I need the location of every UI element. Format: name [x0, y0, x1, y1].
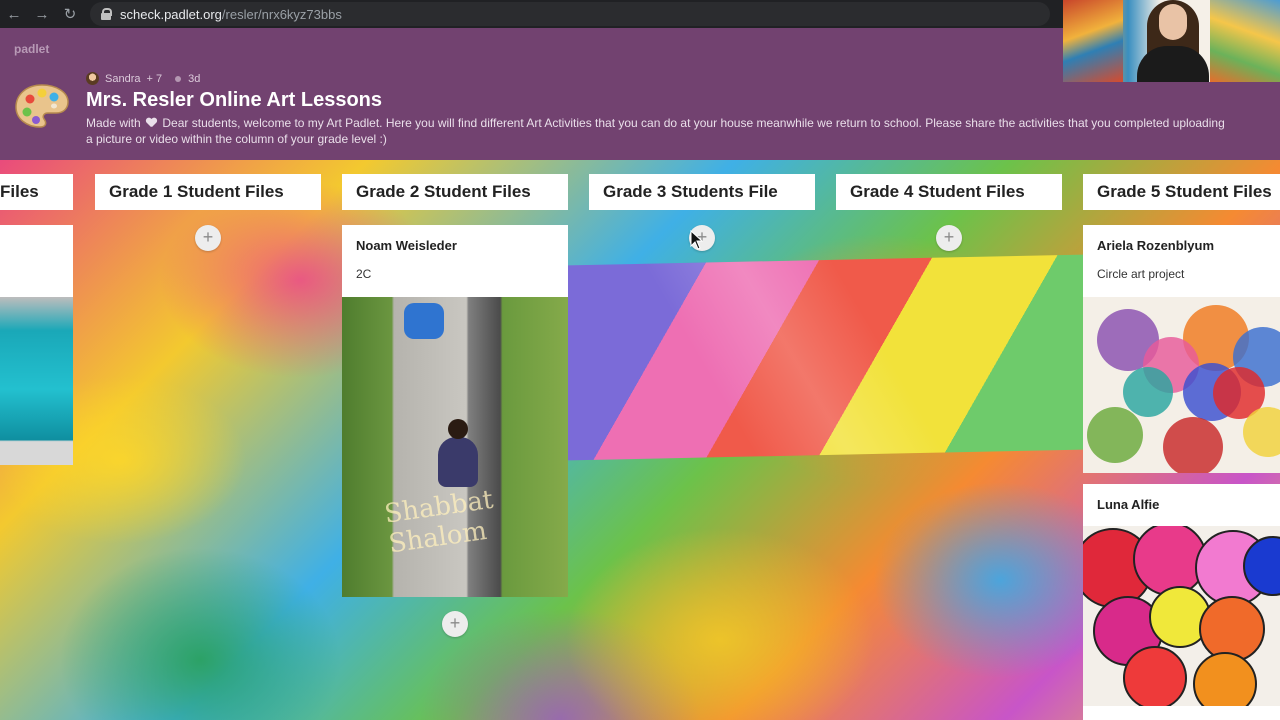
url-host: scheck.padlet.org	[120, 6, 222, 22]
webcam-overlay	[1063, 0, 1280, 82]
url-path: /resler/nrx6kyz73bbs	[221, 6, 342, 22]
webcam-artwork-left	[1063, 0, 1123, 82]
post-card-partial[interactable]	[0, 225, 73, 465]
post-image	[0, 297, 73, 465]
padlet-logo[interactable]: padlet	[14, 42, 49, 56]
post-image: Shabbat Shalom	[342, 297, 568, 597]
post-author: Ariela Rozenblyum	[1097, 238, 1215, 253]
column-header-grade-4[interactable]: Grade 4 Student Files	[836, 174, 1062, 210]
padlet-board: Files Grade 1 Student Files Grade 2 Stud…	[0, 160, 1280, 720]
address-bar[interactable]: scheck.padlet.org /resler/nrx6kyz73bbs	[90, 2, 1050, 26]
padlet-description: Made with Dear students, welcome to my A…	[86, 116, 1225, 146]
chalk-drawing-text: Shabbat Shalom	[382, 484, 496, 560]
column-header-grade-1[interactable]: Grade 1 Student Files	[95, 174, 321, 210]
add-post-grade-2-button[interactable]: +	[442, 611, 468, 637]
webcam-presenter	[1133, 0, 1213, 82]
post-image	[1083, 526, 1280, 706]
post-author: Luna Alfie	[1097, 497, 1160, 512]
lock-icon	[100, 8, 112, 20]
separator-dot-icon	[175, 75, 182, 82]
post-age: 3d	[188, 72, 201, 85]
contributors-count[interactable]: + 7	[146, 73, 162, 85]
reload-icon[interactable]: ↻	[56, 0, 84, 28]
author-name[interactable]: Sandra	[105, 73, 140, 85]
post-author: Noam Weisleder	[356, 238, 457, 253]
post-card-noam[interactable]: Noam Weisleder 2C Shabbat Shalom	[342, 225, 568, 597]
back-arrow-icon[interactable]: ←	[0, 0, 28, 28]
webcam-artwork-right	[1210, 0, 1280, 82]
column-header-grade-3[interactable]: Grade 3 Students File	[589, 174, 815, 210]
forward-arrow-icon[interactable]: →	[28, 0, 56, 28]
background-wallpaper-band	[568, 254, 1083, 461]
heart-icon	[146, 118, 157, 128]
post-image	[1083, 297, 1280, 473]
post-subtitle: 2C	[356, 267, 372, 281]
column-header-partial[interactable]: Files	[0, 174, 73, 210]
post-card-luna[interactable]: Luna Alfie	[1083, 484, 1280, 720]
column-header-grade-5[interactable]: Grade 5 Student Files	[1083, 174, 1280, 210]
post-meta: Sandra + 7 3d	[86, 72, 200, 85]
page-title: Mrs. Resler Online Art Lessons	[86, 89, 383, 111]
avatar[interactable]	[86, 72, 99, 85]
post-subtitle: Circle art project	[1097, 267, 1185, 281]
mouse-cursor-icon	[690, 230, 704, 250]
column-header-grade-2[interactable]: Grade 2 Student Files	[342, 174, 568, 210]
add-post-grade-4-button[interactable]: +	[936, 225, 962, 251]
palette-icon	[15, 84, 69, 128]
add-post-grade-1-button[interactable]: +	[195, 225, 221, 251]
post-card-ariela[interactable]: Ariela Rozenblyum Circle art project	[1083, 225, 1280, 473]
